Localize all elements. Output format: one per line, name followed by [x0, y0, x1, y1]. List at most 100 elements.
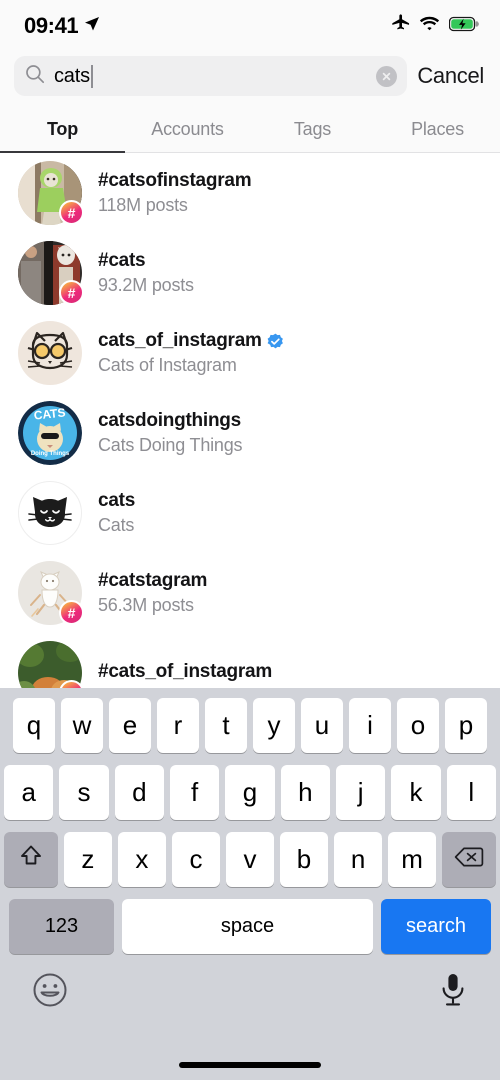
list-item-text: cats Cats — [98, 490, 135, 536]
search-key[interactable]: search — [381, 899, 491, 954]
list-item[interactable]: # #catstagram 56.3M posts — [0, 553, 500, 633]
key-q[interactable]: q — [13, 698, 55, 753]
status-bar: 09:41 — [0, 0, 500, 52]
cancel-button[interactable]: Cancel — [417, 63, 486, 89]
list-item-title: cats_of_instagram — [98, 330, 284, 352]
status-time: 09:41 — [24, 13, 79, 38]
key-n[interactable]: n — [334, 832, 383, 887]
key-w[interactable]: w — [61, 698, 103, 753]
keyboard-row-1: q w e r t y u i o p — [0, 698, 500, 753]
numbers-key[interactable]: 123 — [9, 899, 114, 954]
avatar: # — [18, 561, 84, 625]
home-indicator — [179, 1062, 321, 1068]
list-item-text: #cats 93.2M posts — [98, 250, 194, 296]
text-caret — [90, 64, 93, 88]
key-u[interactable]: u — [301, 698, 343, 753]
search-results-list: # #catsofinstagram 118M posts # #cats 93… — [0, 153, 500, 713]
list-item-text: cats_of_instagram Cats of Instagram — [98, 330, 284, 376]
list-item-title: #catsofinstagram — [98, 170, 252, 191]
key-k[interactable]: k — [391, 765, 441, 820]
key-e[interactable]: e — [109, 698, 151, 753]
key-o[interactable]: o — [397, 698, 439, 753]
shift-arrow-icon — [18, 843, 44, 876]
avatar: # — [18, 241, 84, 305]
black-cat-face-icon — [18, 481, 82, 545]
key-d[interactable]: d — [114, 765, 164, 820]
key-l[interactable]: l — [446, 765, 496, 820]
list-item-text: catsdoingthings Cats Doing Things — [98, 410, 243, 456]
tab-tags[interactable]: Tags — [250, 106, 375, 152]
list-item-title: cats — [98, 490, 136, 511]
key-r[interactable]: r — [157, 698, 199, 753]
list-item-subtitle: Cats — [98, 515, 135, 535]
search-result-tabs: Top Accounts Tags Places — [0, 106, 500, 153]
list-item-subtitle: 118M posts — [98, 195, 188, 215]
hashtag-badge-icon: # — [59, 600, 84, 625]
avatar: CATS Doing Things — [18, 401, 82, 465]
cats-doing-things-logo: CATS Doing Things — [18, 401, 82, 465]
key-p[interactable]: p — [445, 698, 487, 753]
status-bar-right — [391, 14, 480, 38]
search-input[interactable]: cats — [14, 56, 408, 96]
list-item-text: #cats_of_instagram — [98, 661, 272, 686]
airplane-mode-icon — [391, 14, 410, 38]
key-f[interactable]: f — [170, 765, 220, 820]
avatar: # — [18, 161, 84, 225]
verified-badge-icon — [267, 333, 284, 350]
search-bar: cats Cancel — [0, 52, 500, 106]
search-icon — [25, 64, 45, 89]
list-item-title: catsdoingthings — [98, 410, 241, 431]
key-i[interactable]: i — [349, 698, 391, 753]
onscreen-keyboard: q w e r t y u i o p a s d f g h j k l z … — [0, 688, 500, 1080]
backspace-key[interactable] — [442, 832, 496, 887]
shift-key[interactable] — [4, 832, 58, 887]
key-m[interactable]: m — [388, 832, 437, 887]
key-h[interactable]: h — [280, 765, 330, 820]
battery-charging-icon — [448, 16, 480, 37]
key-t[interactable]: t — [205, 698, 247, 753]
key-v[interactable]: v — [225, 832, 275, 887]
list-item[interactable]: # #cats 93.2M posts — [0, 233, 500, 313]
list-item[interactable]: # #catsofinstagram 118M posts — [0, 153, 500, 233]
list-item[interactable]: cats_of_instagram Cats of Instagram — [0, 313, 500, 393]
tab-places[interactable]: Places — [375, 106, 500, 152]
location-arrow-icon — [84, 16, 100, 37]
avatar — [18, 321, 82, 385]
key-a[interactable]: a — [4, 765, 54, 820]
keyboard-row-4: 123 space search — [0, 899, 500, 954]
space-key[interactable]: space — [122, 899, 373, 954]
hashtag-badge-icon: # — [59, 280, 84, 305]
key-y[interactable]: y — [253, 698, 295, 753]
key-c[interactable]: c — [171, 832, 220, 887]
list-item-subtitle: 93.2M posts — [98, 275, 194, 295]
key-s[interactable]: s — [59, 765, 109, 820]
microphone-icon[interactable] — [438, 972, 468, 1013]
key-j[interactable]: j — [335, 765, 386, 820]
list-item-text: #catstagram 56.3M posts — [98, 570, 207, 616]
keyboard-row-3: z x c v b n m — [0, 832, 500, 887]
list-item-title: #cats_of_instagram — [98, 660, 272, 682]
keyboard-row-2: a s d f g h j k l — [0, 765, 500, 820]
cat-glasses-illustration — [18, 321, 82, 385]
list-item-subtitle: Cats Doing Things — [98, 435, 243, 455]
wifi-icon — [419, 16, 440, 37]
list-item[interactable]: cats Cats — [0, 473, 500, 553]
key-b[interactable]: b — [280, 832, 329, 887]
hashtag-badge-icon: # — [59, 200, 84, 225]
key-g[interactable]: g — [225, 765, 275, 820]
search-query-text: cats — [54, 64, 367, 88]
keyboard-bottom-bar — [0, 954, 500, 1013]
tab-top[interactable]: Top — [0, 106, 125, 153]
avatar — [18, 481, 82, 545]
list-item-text: #catsofinstagram 118M posts — [98, 170, 252, 216]
list-item[interactable]: CATS Doing Things catsdoingthings Cats D… — [0, 393, 500, 473]
svg-text:Doing Things: Doing Things — [31, 451, 70, 457]
list-item-subtitle: Cats of Instagram — [98, 355, 237, 375]
key-z[interactable]: z — [63, 832, 112, 887]
emoji-smiley-icon[interactable] — [32, 972, 68, 1013]
status-bar-left: 09:41 — [24, 13, 100, 39]
tab-accounts[interactable]: Accounts — [125, 106, 250, 152]
key-x[interactable]: x — [117, 832, 166, 887]
clear-search-button[interactable] — [376, 65, 398, 87]
backspace-icon — [454, 844, 484, 875]
